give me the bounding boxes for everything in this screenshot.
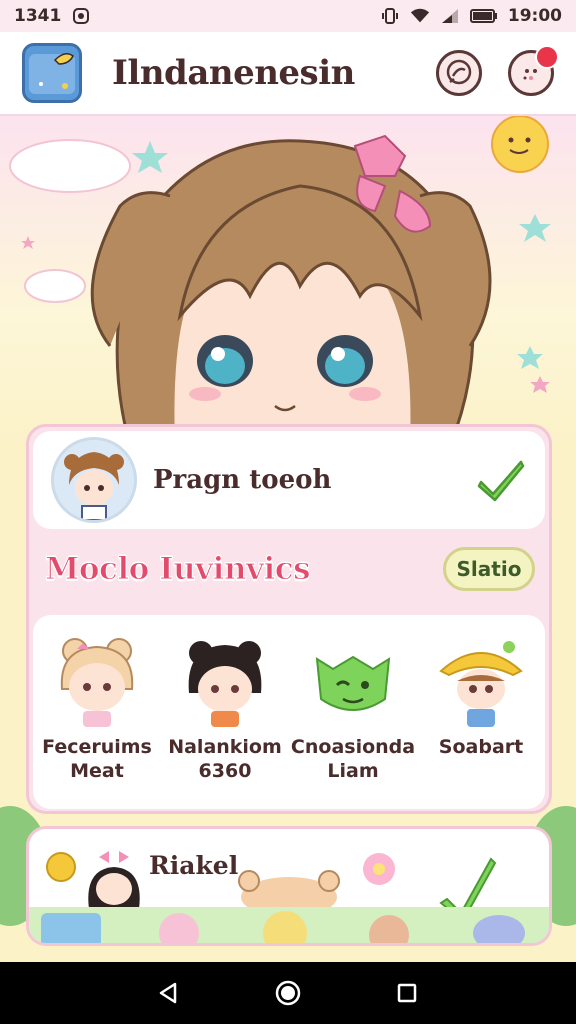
profile-row[interactable]: Pragn toeoh (33, 431, 545, 529)
check-icon[interactable] (475, 454, 527, 506)
friend-name: Feceruims (42, 736, 152, 758)
friend-detail: 6360 (198, 760, 252, 782)
app-notification-icon (71, 7, 91, 25)
status-bar: 1341 19:00 (0, 0, 576, 32)
app-title: Ilndanenesin (112, 53, 355, 93)
notification-badge (535, 45, 559, 69)
profile-name: Pragn toeoh (153, 465, 332, 495)
friend-name: Nalankiom (168, 736, 282, 758)
app-logo-icon[interactable] (22, 43, 82, 103)
friend-avatar (175, 629, 275, 729)
second-card[interactable]: Riakel (26, 826, 552, 946)
sun-icon (491, 116, 549, 173)
recents-icon[interactable] (387, 973, 427, 1013)
friend-detail: Meat (70, 760, 124, 782)
back-icon[interactable] (149, 973, 189, 1013)
signal-icon (440, 7, 460, 25)
friend-avatar (47, 629, 147, 729)
friend-item[interactable]: Soabart (419, 629, 543, 809)
hero-banner (0, 116, 576, 446)
hero-illustration (9, 116, 551, 446)
profile-icon[interactable] (508, 45, 559, 96)
status-button[interactable]: Slatio (443, 547, 535, 591)
app-header: Ilndanenesin (0, 32, 576, 116)
home-icon[interactable] (268, 973, 308, 1013)
friend-item[interactable]: Cnoasionda Liam (291, 629, 415, 809)
friend-avatar (303, 629, 403, 729)
chat-icon[interactable] (436, 50, 482, 96)
sticker-strip (29, 907, 549, 943)
section-title: Moclo Iuvinvics (44, 551, 311, 588)
friend-item[interactable]: Feceruims Meat (35, 629, 159, 809)
vibrate-icon (380, 7, 400, 25)
friends-list: Feceruims Meat Nalankiom 6360 Cnoasionda… (33, 615, 545, 809)
status-clock: 19:00 (507, 6, 562, 26)
wifi-icon (410, 7, 430, 25)
friend-avatar (431, 629, 531, 729)
battery-icon (469, 7, 498, 25)
navigation-bar (0, 962, 576, 1024)
friend-detail: Liam (327, 760, 379, 782)
profile-card: Pragn toeoh Moclo Iuvinvics Slatio Fecer (26, 424, 552, 814)
friend-name: Soabart (438, 736, 524, 758)
status-time: 1341 (14, 6, 62, 26)
friend-item[interactable]: Nalankiom 6360 (163, 629, 287, 809)
friend-name: Cnoasionda (290, 736, 416, 758)
avatar[interactable] (51, 437, 137, 523)
second-card-title: Riakel (149, 851, 239, 880)
